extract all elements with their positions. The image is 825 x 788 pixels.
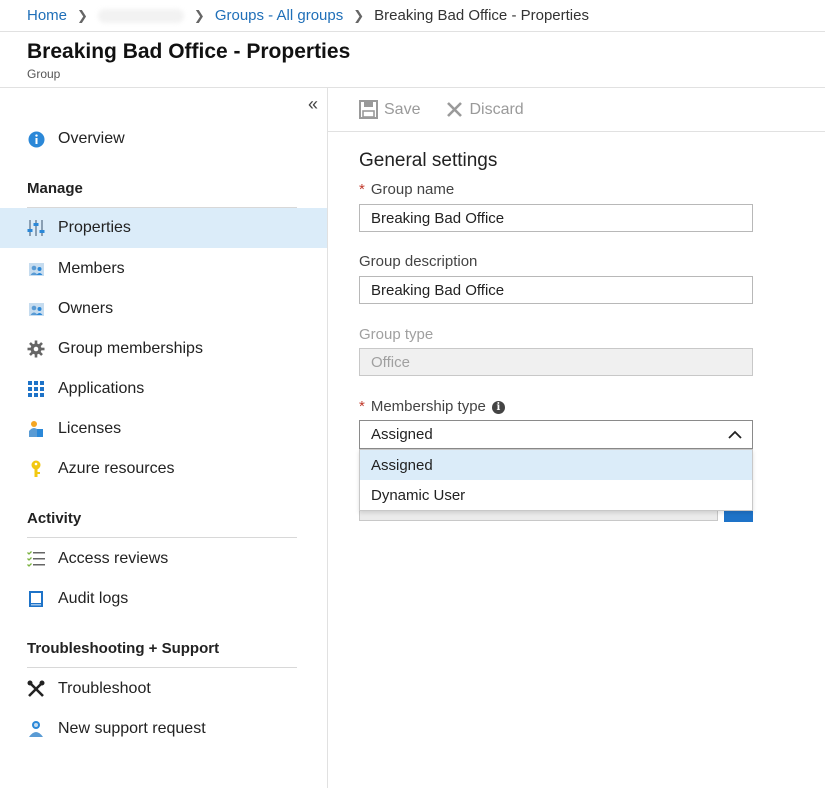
sidebar-item-audit-logs[interactable]: Audit logs [0,579,327,619]
group-description-label: Group description [359,253,478,270]
info-icon[interactable]: i [491,400,505,414]
membership-type-select[interactable]: Assigned [359,420,753,449]
tools-icon [27,680,45,698]
sliders-icon [27,219,45,237]
sidebar-item-applications[interactable]: Applications [0,369,327,409]
breadcrumb-redacted [97,8,184,23]
sidebar-item-label: Overview [58,130,125,147]
license-icon [27,420,45,438]
section-heading-manage: Manage [27,180,297,208]
page-header: Breaking Bad Office - Properties Group [0,32,825,88]
checklist-icon [27,550,45,568]
required-marker: * [359,181,365,198]
dropdown-option-assigned[interactable]: Assigned [360,450,752,480]
breadcrumb-groups[interactable]: Groups - All groups [215,7,343,24]
breadcrumb: Home ❯ ❯ Groups - All groups ❯ Breaking … [0,0,825,32]
sidebar-item-label: New support request [58,720,206,737]
section-heading-activity: Activity [27,510,297,538]
chevron-right-icon: ❯ [353,7,365,23]
save-button[interactable]: Save [359,100,420,119]
sidebar-item-label: Access reviews [58,550,169,567]
sidebar-item-label: Owners [58,300,114,317]
support-person-icon [27,720,45,738]
section-title-general-settings: General settings [359,150,498,171]
sidebar-item-access-reviews[interactable]: Access reviews [0,539,327,579]
membership-type-dropdown: Assigned Dynamic User [359,449,753,511]
grid-icon [27,380,45,398]
dropdown-option-dynamic-user[interactable]: Dynamic User [360,480,752,510]
membership-type-value: Assigned [371,426,433,443]
page-title: Breaking Bad Office - Properties [27,40,351,63]
page-subtitle: Group [27,67,61,81]
breadcrumb-current: Breaking Bad Office - Properties [374,7,589,24]
sidebar-item-overview[interactable]: Overview [0,119,327,159]
toolbar: Save Discard [328,88,825,132]
sidebar-item-group-memberships[interactable]: Group memberships [0,329,327,369]
discard-label: Discard [469,100,524,118]
group-name-input[interactable]: Breaking Bad Office [359,204,753,232]
sidebar-item-label: Applications [58,380,145,397]
sidebar-item-troubleshoot[interactable]: Troubleshoot [0,669,327,709]
sidebar-item-label: Azure resources [58,460,175,477]
chevron-right-icon: ❯ [77,7,88,23]
breadcrumb-home[interactable]: Home [27,7,67,24]
required-marker: * [359,398,365,415]
discard-button[interactable]: Discard [446,100,524,119]
sidebar-item-label: Properties [58,219,131,236]
membership-type-label: * Membership type i [359,398,505,415]
group-type-label: Group type [359,326,434,343]
chevron-up-icon [728,430,742,439]
group-type-input: Office [359,348,753,376]
sidebar-item-azure-resources[interactable]: Azure resources [0,449,327,489]
main-panel: Save Discard General settings * Group nam… [328,88,825,788]
sidebar-item-members[interactable]: Members [0,249,327,289]
collapse-sidebar-button[interactable]: « [308,94,318,115]
gear-icon [27,340,45,358]
save-icon [359,100,378,119]
info-icon [27,130,45,148]
sidebar-item-licenses[interactable]: Licenses [0,409,327,449]
sidebar-item-label: Licenses [58,420,122,437]
key-icon [27,460,45,478]
chevron-right-icon: ❯ [193,7,205,23]
sidebar-item-label: Members [58,260,125,277]
save-label: Save [384,100,421,118]
sidebar-item-properties[interactable]: Properties [0,208,327,248]
section-heading-troubleshooting: Troubleshooting + Support [27,640,297,668]
sidebar-item-owners[interactable]: Owners [0,289,327,329]
sidebar: « Overview Manage Properties Members Own… [0,88,328,788]
sidebar-item-label: Audit logs [58,590,129,607]
sidebar-item-label: Group memberships [58,340,203,357]
users-icon [27,260,45,278]
group-description-input[interactable]: Breaking Bad Office [359,276,753,304]
book-icon [27,590,45,608]
group-name-label: * Group name [359,181,455,198]
sidebar-item-new-support-request[interactable]: New support request [0,709,327,749]
close-icon [447,102,463,117]
sidebar-item-label: Troubleshoot [58,680,151,697]
users-icon [27,300,45,318]
